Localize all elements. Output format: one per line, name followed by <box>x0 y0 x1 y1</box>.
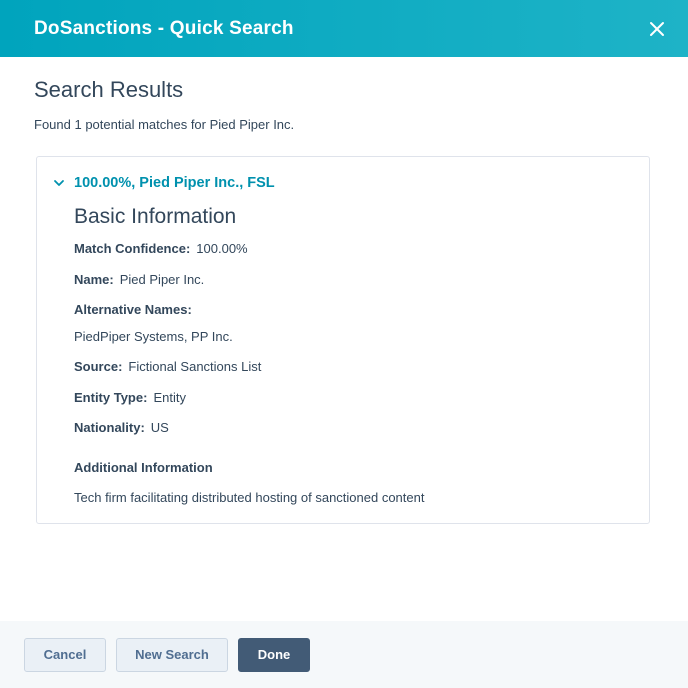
name-field: Name: Pied Piper Inc. <box>74 272 204 287</box>
alt-names-value: PiedPiper Systems, PP Inc. <box>74 329 233 344</box>
source-value: Fictional Sanctions List <box>128 359 262 374</box>
modal-footer: Cancel New Search Done <box>0 621 688 688</box>
additional-info-label: Additional Information <box>74 460 213 475</box>
quick-search-modal: DoSanctions - Quick Search Search Result… <box>0 0 688 688</box>
source-field: Source: Fictional Sanctions List <box>74 359 261 374</box>
results-summary: Found 1 potential matches for Pied Piper… <box>34 117 295 132</box>
source-label: Source: <box>74 359 123 374</box>
page-title: Search Results <box>34 77 184 102</box>
modal-header: DoSanctions - Quick Search <box>0 0 688 57</box>
nationality-value: US <box>150 420 169 435</box>
name-value: Pied Piper Inc. <box>119 272 205 287</box>
result-label: 100.00%, Pied Piper Inc., FSL <box>74 175 275 191</box>
entity-type-label: Entity Type: <box>74 390 148 405</box>
new-search-button[interactable]: New Search <box>116 637 228 672</box>
alt-names-field: Alternative Names: <box>74 302 198 317</box>
alt-names-label: Alternative Names: <box>74 302 192 317</box>
result-card: 100.00%, Pied Piper Inc., FSL Basic Info… <box>36 156 650 524</box>
match-confidence-value: 100.00% <box>196 241 248 256</box>
entity-type-field: Entity Type: Entity <box>74 390 186 405</box>
close-button[interactable] <box>646 18 668 40</box>
nationality-label: Nationality: <box>74 420 145 435</box>
name-label: Name: <box>74 272 114 287</box>
entity-type-value: Entity <box>153 390 186 405</box>
match-confidence-label: Match Confidence: <box>74 241 191 256</box>
chevron-down-icon <box>52 176 66 190</box>
additional-info-heading: Additional Information <box>74 460 219 475</box>
modal-body: Search Results Found 1 potential matches… <box>0 77 688 524</box>
result-accordion-toggle[interactable]: 100.00%, Pied Piper Inc., FSL <box>52 175 275 191</box>
additional-info-value: Tech firm facilitating distributed hosti… <box>74 490 425 505</box>
close-icon <box>650 21 664 36</box>
section-title: Basic Information <box>74 205 237 228</box>
cancel-button[interactable]: Cancel <box>24 637 106 672</box>
done-button[interactable]: Done <box>238 637 310 672</box>
nationality-field: Nationality: US <box>74 420 169 435</box>
modal-title: DoSanctions - Quick Search <box>34 17 294 39</box>
match-confidence-field: Match Confidence: 100.00% <box>74 241 248 256</box>
